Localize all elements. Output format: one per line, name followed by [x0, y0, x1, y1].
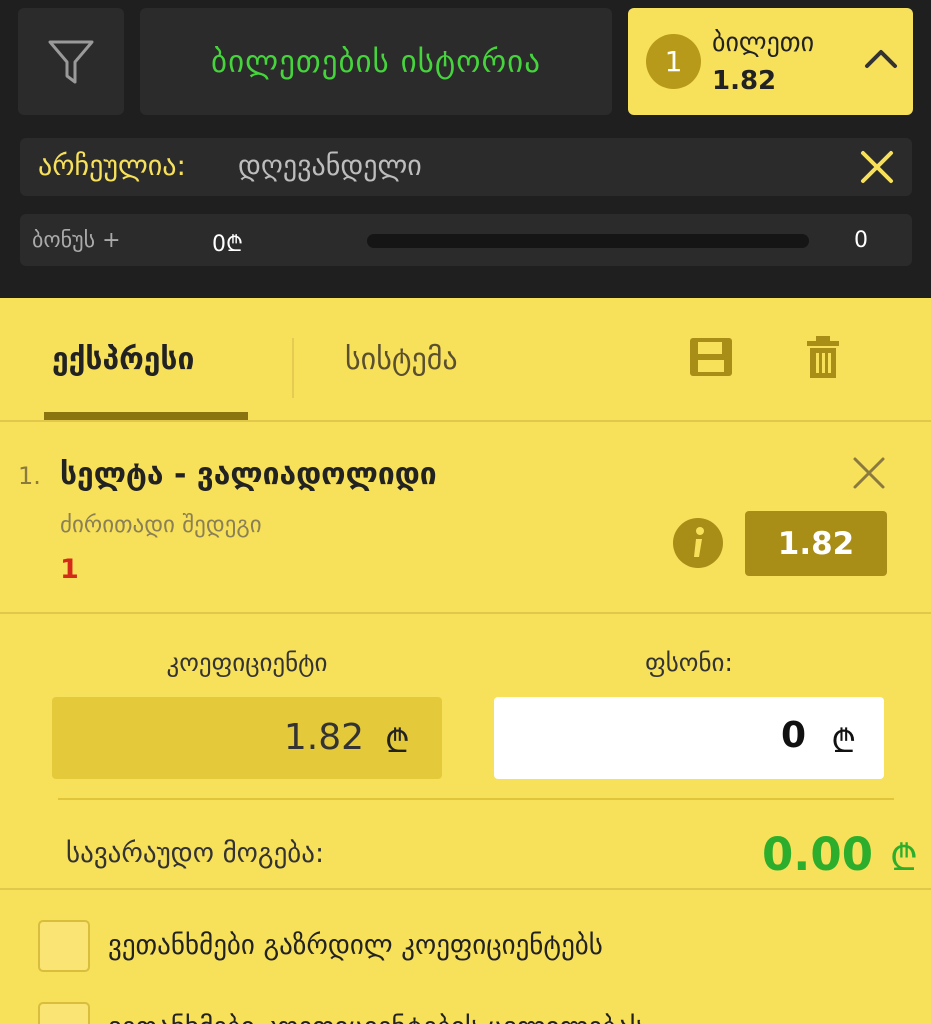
- tab-divider: [292, 338, 294, 398]
- potential-win-value: 0.00: [762, 828, 874, 881]
- close-icon[interactable]: [858, 148, 896, 186]
- save-floppy-icon[interactable]: [688, 336, 734, 378]
- stake-input[interactable]: 0 ₾: [494, 697, 884, 779]
- divider: [0, 888, 931, 890]
- coefficient-label: კოეფიციენტი: [166, 648, 328, 677]
- option-label: ვეთანხმები კოეფიციენტების ცვლილებას: [108, 1012, 644, 1024]
- tab-system[interactable]: სისტემა: [345, 342, 458, 377]
- stake-value: 0: [780, 715, 806, 756]
- bet-index: 1.: [18, 462, 41, 490]
- lari-currency-icon: ₾: [831, 722, 856, 760]
- ticket-label: ბილეთი: [712, 28, 815, 58]
- info-icon[interactable]: [672, 517, 724, 569]
- coefficient-field: 1.82 ₾: [52, 697, 442, 779]
- coefficient-value: 1.82: [283, 717, 364, 758]
- bonus-bar: ბონუს + 0₾ 0: [20, 214, 912, 266]
- ticket-count-badge: 1: [646, 34, 701, 89]
- close-icon[interactable]: [850, 454, 888, 492]
- selected-filter-bar: არჩეულია: დღევანდელი: [20, 138, 912, 196]
- ticket-history-button[interactable]: ბილეთების ისტორია: [140, 8, 612, 115]
- option-accept-odds-changes[interactable]: ვეთანხმები კოეფიციენტების ცვლილებას: [38, 1002, 918, 1024]
- ticket-history-label: ბილეთების ისტორია: [211, 43, 541, 80]
- trash-icon[interactable]: [806, 334, 840, 380]
- bet-selection: 1. სელტა - ვალიადოლიდი ძირითადი შედეგი 1…: [0, 424, 931, 614]
- top-bar: ბილეთების ისტორია 1 ბილეთი 1.82 არჩეულია…: [0, 0, 931, 298]
- bet-pick: 1: [60, 554, 79, 585]
- bet-market: ძირითადი შედეგი: [60, 512, 262, 538]
- option-label: ვეთანხმები გაზრდილ კოეფიციენტებს: [108, 930, 603, 961]
- option-accept-higher-odds[interactable]: ვეთანხმები გაზრდილ კოეფიციენტებს: [38, 920, 918, 976]
- lari-currency-icon: ₾: [890, 838, 918, 879]
- checkbox[interactable]: [38, 1002, 90, 1024]
- bonus-count: 0: [854, 228, 868, 253]
- betslip-tabs: ექსპრესი სისტემა: [0, 298, 931, 422]
- bet-odds: 1.82: [745, 511, 887, 576]
- bet-match-title: სელტა - ვალიადოლიდი: [60, 457, 437, 492]
- tab-express[interactable]: ექსპრესი: [52, 342, 194, 377]
- chevron-up-icon: [865, 50, 897, 68]
- bonus-progress-track: [367, 234, 809, 248]
- ticket-odds: 1.82: [712, 66, 777, 96]
- stake-label: ფსონი:: [645, 648, 733, 677]
- filter-button[interactable]: [18, 8, 124, 115]
- selected-filter-label: არჩეულია:: [38, 149, 186, 182]
- potential-win-label: სავარაუდო მოგება:: [66, 838, 325, 869]
- active-tab-indicator: [44, 412, 248, 420]
- ticket-toggle-button[interactable]: 1 ბილეთი 1.82: [628, 8, 913, 115]
- bonus-amount: 0₾: [212, 232, 243, 257]
- selected-filter-value: დღევანდელი: [238, 149, 422, 182]
- filter-funnel-icon: [48, 40, 94, 83]
- checkbox[interactable]: [38, 920, 90, 972]
- bonus-label: ბონუს +: [32, 228, 121, 253]
- lari-currency-icon: ₾: [385, 722, 410, 760]
- divider: [58, 798, 894, 800]
